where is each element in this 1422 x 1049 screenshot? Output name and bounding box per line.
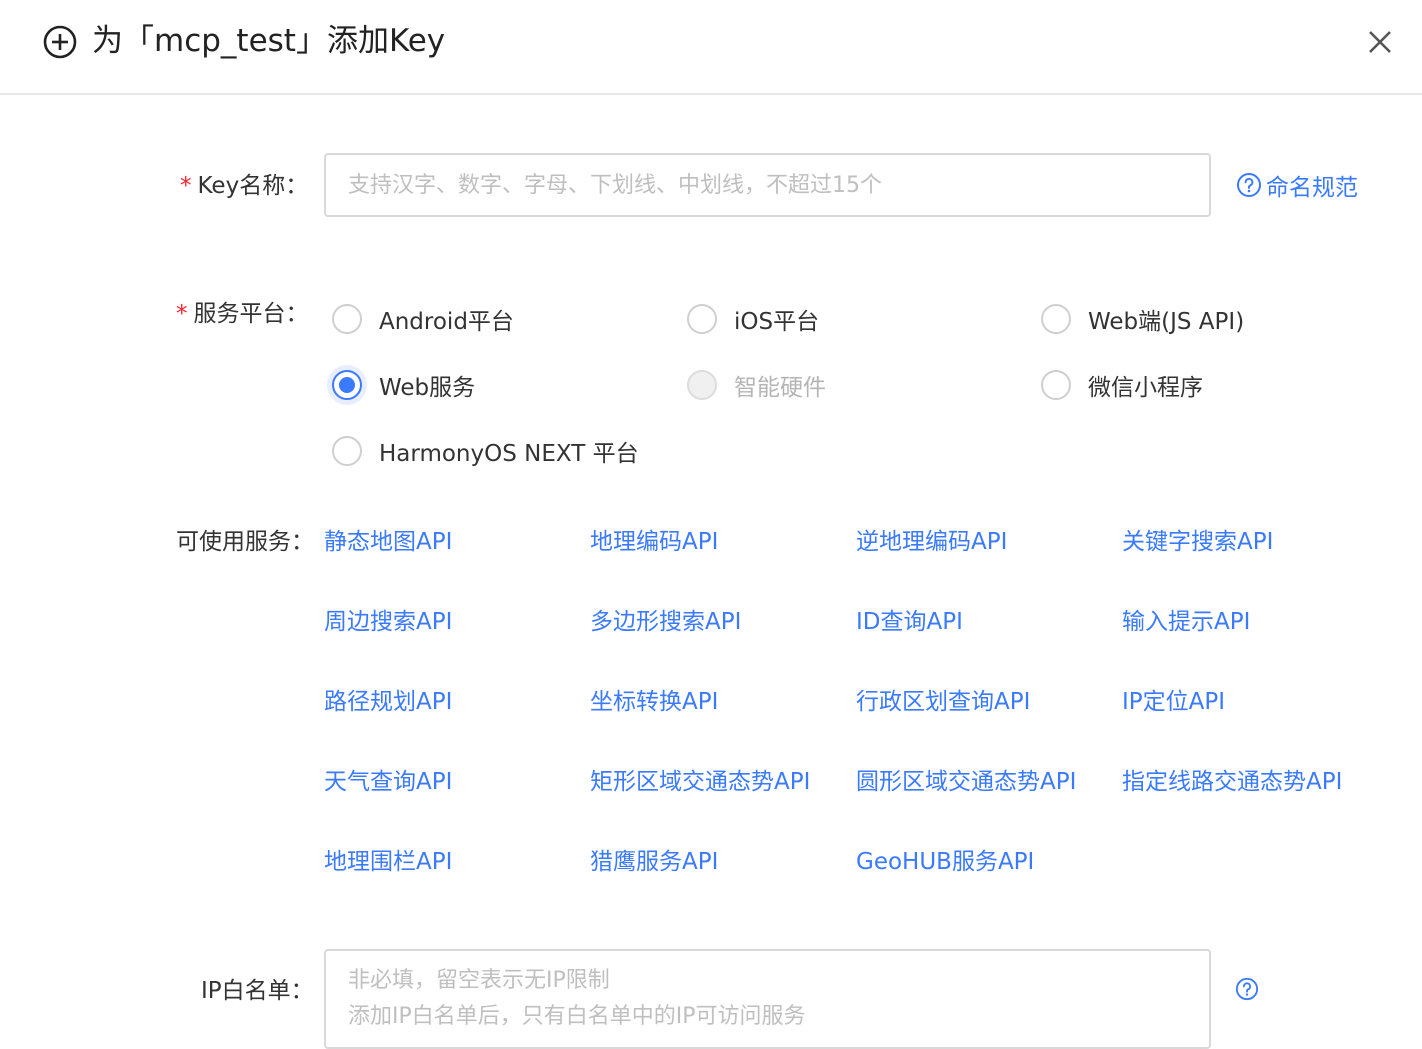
- radio-ios[interactable]: iOS平台: [687, 302, 819, 336]
- service-link[interactable]: 多边形搜索API: [590, 606, 741, 638]
- service-link[interactable]: 坐标转换API: [590, 686, 718, 718]
- radio-web-service[interactable]: Web服务: [332, 368, 475, 402]
- services-label: 可使用服务：: [176, 526, 314, 558]
- required-mark: *: [180, 173, 192, 199]
- ip-whitelist-label-text: IP白名单：: [201, 978, 314, 1004]
- service-link[interactable]: ID查询API: [856, 606, 963, 638]
- key-name-label-text: Key名称：: [197, 173, 309, 199]
- radio-harmonyos-next[interactable]: HarmonyOS NEXT 平台: [332, 434, 639, 468]
- ip-whitelist-label: IP白名单：: [201, 975, 314, 1007]
- ip-whitelist-input[interactable]: [324, 949, 1211, 1049]
- service-link[interactable]: 圆形区域交通态势API: [856, 766, 1076, 798]
- radio-circle: [687, 370, 717, 400]
- dialog-header: 为「mcp_test」添加Key: [0, 0, 1422, 95]
- radio-web-js-api[interactable]: Web端(JS API): [1041, 302, 1244, 336]
- required-mark: *: [176, 301, 188, 327]
- service-link[interactable]: 地理围栏API: [324, 846, 452, 878]
- radio-label: iOS平台: [734, 309, 820, 335]
- radio-wechat-mini-program[interactable]: 微信小程序: [1041, 368, 1203, 402]
- radio-label: Web服务: [379, 375, 476, 401]
- radio-label: 微信小程序: [1088, 375, 1203, 401]
- platform-label: * 服务平台：: [176, 298, 309, 330]
- service-link[interactable]: 地理编码API: [590, 526, 718, 558]
- service-link[interactable]: 逆地理编码API: [856, 526, 1007, 558]
- radio-circle[interactable]: [332, 304, 362, 334]
- service-link[interactable]: 静态地图API: [324, 526, 452, 558]
- service-link[interactable]: 关键字搜索API: [1122, 526, 1273, 558]
- service-link[interactable]: 天气查询API: [324, 766, 452, 798]
- plus-circle-icon: [43, 25, 77, 59]
- radio-label: Android平台: [379, 309, 514, 335]
- service-link[interactable]: 输入提示API: [1122, 606, 1250, 638]
- radio-circle[interactable]: [332, 370, 362, 400]
- radio-circle[interactable]: [332, 436, 362, 466]
- platform-label-text: 服务平台：: [193, 301, 309, 327]
- service-link[interactable]: 指定线路交通态势API: [1122, 766, 1342, 798]
- radio-smart-hardware: 智能硬件: [687, 368, 826, 402]
- question-circle-icon[interactable]: [1235, 977, 1259, 1001]
- radio-circle[interactable]: [687, 304, 717, 334]
- radio-label: Web端(JS API): [1088, 309, 1245, 335]
- service-link[interactable]: 猎鹰服务API: [590, 846, 718, 878]
- dialog-title: 为「mcp_test」添加Key: [92, 23, 446, 59]
- close-icon[interactable]: [1360, 22, 1400, 62]
- service-link[interactable]: 周边搜索API: [324, 606, 452, 638]
- question-circle-icon: [1237, 173, 1261, 197]
- radio-circle[interactable]: [1041, 370, 1071, 400]
- service-link[interactable]: 行政区划查询API: [856, 686, 1030, 718]
- service-link[interactable]: 路径规划API: [324, 686, 452, 718]
- service-link[interactable]: GeoHUB服务API: [856, 846, 1034, 878]
- service-link[interactable]: IP定位API: [1122, 686, 1225, 718]
- service-link[interactable]: 矩形区域交通态势API: [590, 766, 810, 798]
- key-name-label: * Key名称：: [180, 170, 308, 202]
- naming-rules-text: 命名规范: [1266, 175, 1358, 201]
- radio-circle[interactable]: [1041, 304, 1071, 334]
- services-label-text: 可使用服务：: [176, 529, 314, 555]
- radio-label: 智能硬件: [734, 375, 826, 401]
- key-name-input[interactable]: [324, 153, 1211, 217]
- radio-label: HarmonyOS NEXT 平台: [379, 441, 639, 467]
- radio-android[interactable]: Android平台: [332, 302, 514, 336]
- naming-rules-link[interactable]: 命名规范: [1236, 168, 1358, 202]
